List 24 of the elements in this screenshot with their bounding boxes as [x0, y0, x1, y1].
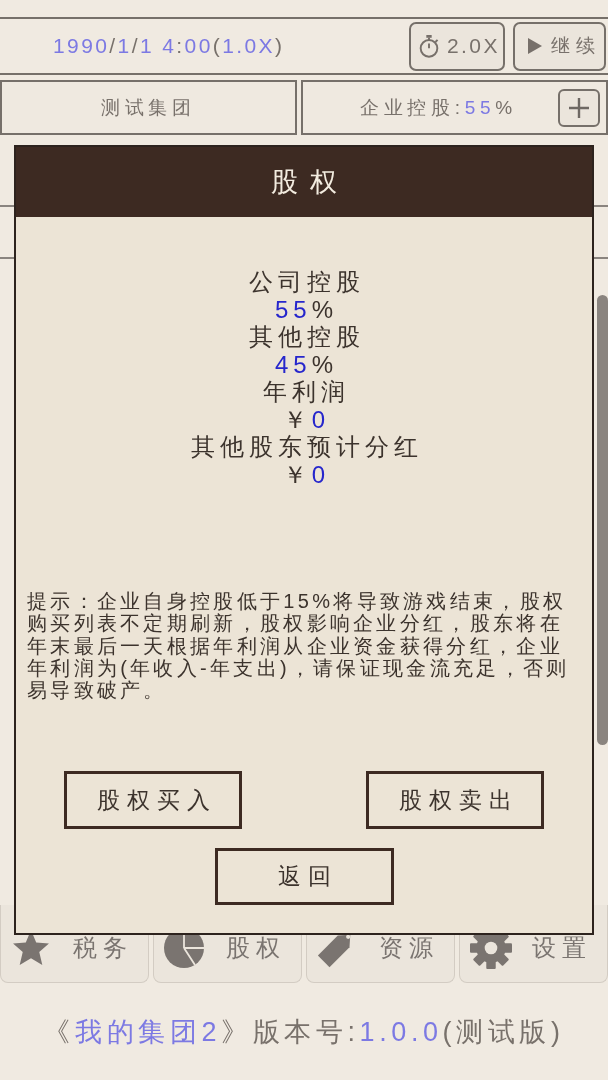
stat-value: 55% — [273, 295, 338, 323]
plus-icon — [569, 97, 589, 118]
holding-text: 企业控股:55% — [360, 95, 517, 120]
version-text: 《我的集团2》版本号:1.0.0(测试版) — [43, 1015, 565, 1049]
date-time-text: 1990/1/1 4:00(1.0X) — [53, 34, 285, 58]
back-button[interactable]: 返回 — [214, 848, 394, 906]
play-icon — [528, 38, 542, 54]
scrollbar[interactable] — [597, 295, 608, 745]
stat-label: 年利润 — [262, 378, 350, 406]
company-name-cell: 测试集团 — [0, 80, 297, 135]
stopwatch-icon — [419, 34, 439, 58]
hint-text: 提示：企业自身控股低于15%将导致游戏结束，股权购买列表不定期刷新，股权影响企业分红，股东将在年末最后一天根据年利润从企业资金获得分红，企业年利润为(年收入-年支出)，请保证现金流充足，否则易导致破产。 — [27, 590, 571, 702]
stat-label: 其他股东预计分红 — [189, 433, 423, 461]
stat-label: 公司控股 — [247, 268, 365, 296]
stat-label: 其他控股 — [247, 323, 365, 351]
stat-value: 45% — [273, 350, 338, 378]
stat-value: ￥0 — [281, 405, 331, 433]
sell-equity-button[interactable]: 股权卖出 — [366, 771, 544, 830]
continue-button[interactable]: 继续 — [513, 21, 606, 71]
buy-equity-button[interactable]: 股权买入 — [64, 771, 242, 830]
dialog-title: 股权 — [270, 166, 349, 199]
stat-value: ￥0 — [281, 460, 331, 488]
speed-button[interactable]: 2.0X — [409, 21, 505, 71]
add-button[interactable] — [558, 88, 600, 127]
